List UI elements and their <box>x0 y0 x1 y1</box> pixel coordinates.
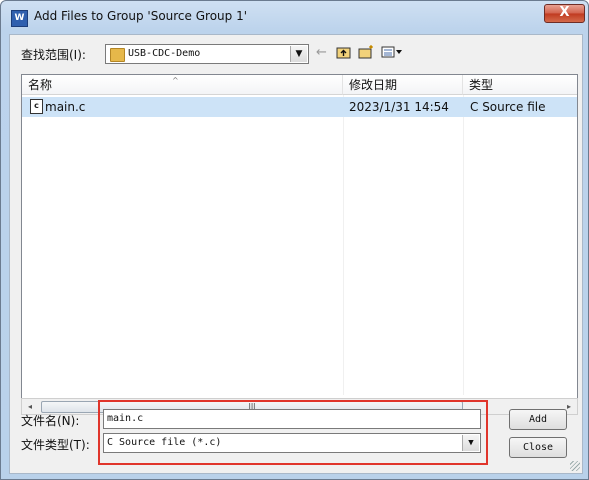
up-folder-icon[interactable] <box>336 45 351 64</box>
column-header-type[interactable]: 类型 <box>463 75 577 95</box>
file-type: C Source file <box>470 100 546 114</box>
file-name: main.c <box>45 100 86 114</box>
window-title: Add Files to Group 'Source Group 1' <box>34 9 248 23</box>
file-row-main-c[interactable]: c main.c 2023/1/31 14:54 C Source file <box>22 97 577 117</box>
app-icon: W <box>11 10 28 27</box>
add-button[interactable]: Add <box>509 409 567 430</box>
new-folder-icon[interactable] <box>358 45 374 64</box>
folder-icon <box>110 48 125 62</box>
dialog-body: 查找范围(I): USB-CDC-Demo ▼ ← 名称 ^ 修改日期 类型 c… <box>9 34 583 474</box>
add-files-dialog: W Add Files to Group 'Source Group 1' X … <box>0 0 589 480</box>
close-button[interactable]: Close <box>509 437 567 458</box>
chevron-down-icon[interactable]: ▼ <box>290 46 307 62</box>
file-list[interactable]: 名称 ^ 修改日期 类型 c main.c 2023/1/31 14:54 C … <box>21 74 578 399</box>
view-menu-icon[interactable] <box>381 45 403 64</box>
sort-caret-icon: ^ <box>172 76 179 85</box>
resize-grip-icon[interactable] <box>570 461 580 471</box>
close-window-button[interactable]: X <box>544 4 585 23</box>
filetype-label: 文件类型(T): <box>21 438 90 452</box>
c-file-icon: c <box>30 99 43 114</box>
filename-label: 文件名(N): <box>21 414 80 428</box>
column-divider <box>463 95 464 395</box>
highlight-box <box>98 400 488 465</box>
file-modified: 2023/1/31 14:54 <box>349 100 449 114</box>
title-bar[interactable]: W Add Files to Group 'Source Group 1' X <box>1 1 588 35</box>
column-divider <box>343 95 344 395</box>
lookin-dropdown[interactable]: USB-CDC-Demo ▼ <box>105 44 309 64</box>
lookin-label: 查找范围(I): <box>21 48 86 62</box>
lookin-value: USB-CDC-Demo <box>128 48 201 59</box>
column-header-modified[interactable]: 修改日期 <box>343 75 463 95</box>
column-header-name[interactable]: 名称 ^ <box>22 75 343 95</box>
back-arrow-icon[interactable]: ← <box>316 45 327 61</box>
column-header-name-label: 名称 <box>28 78 53 92</box>
